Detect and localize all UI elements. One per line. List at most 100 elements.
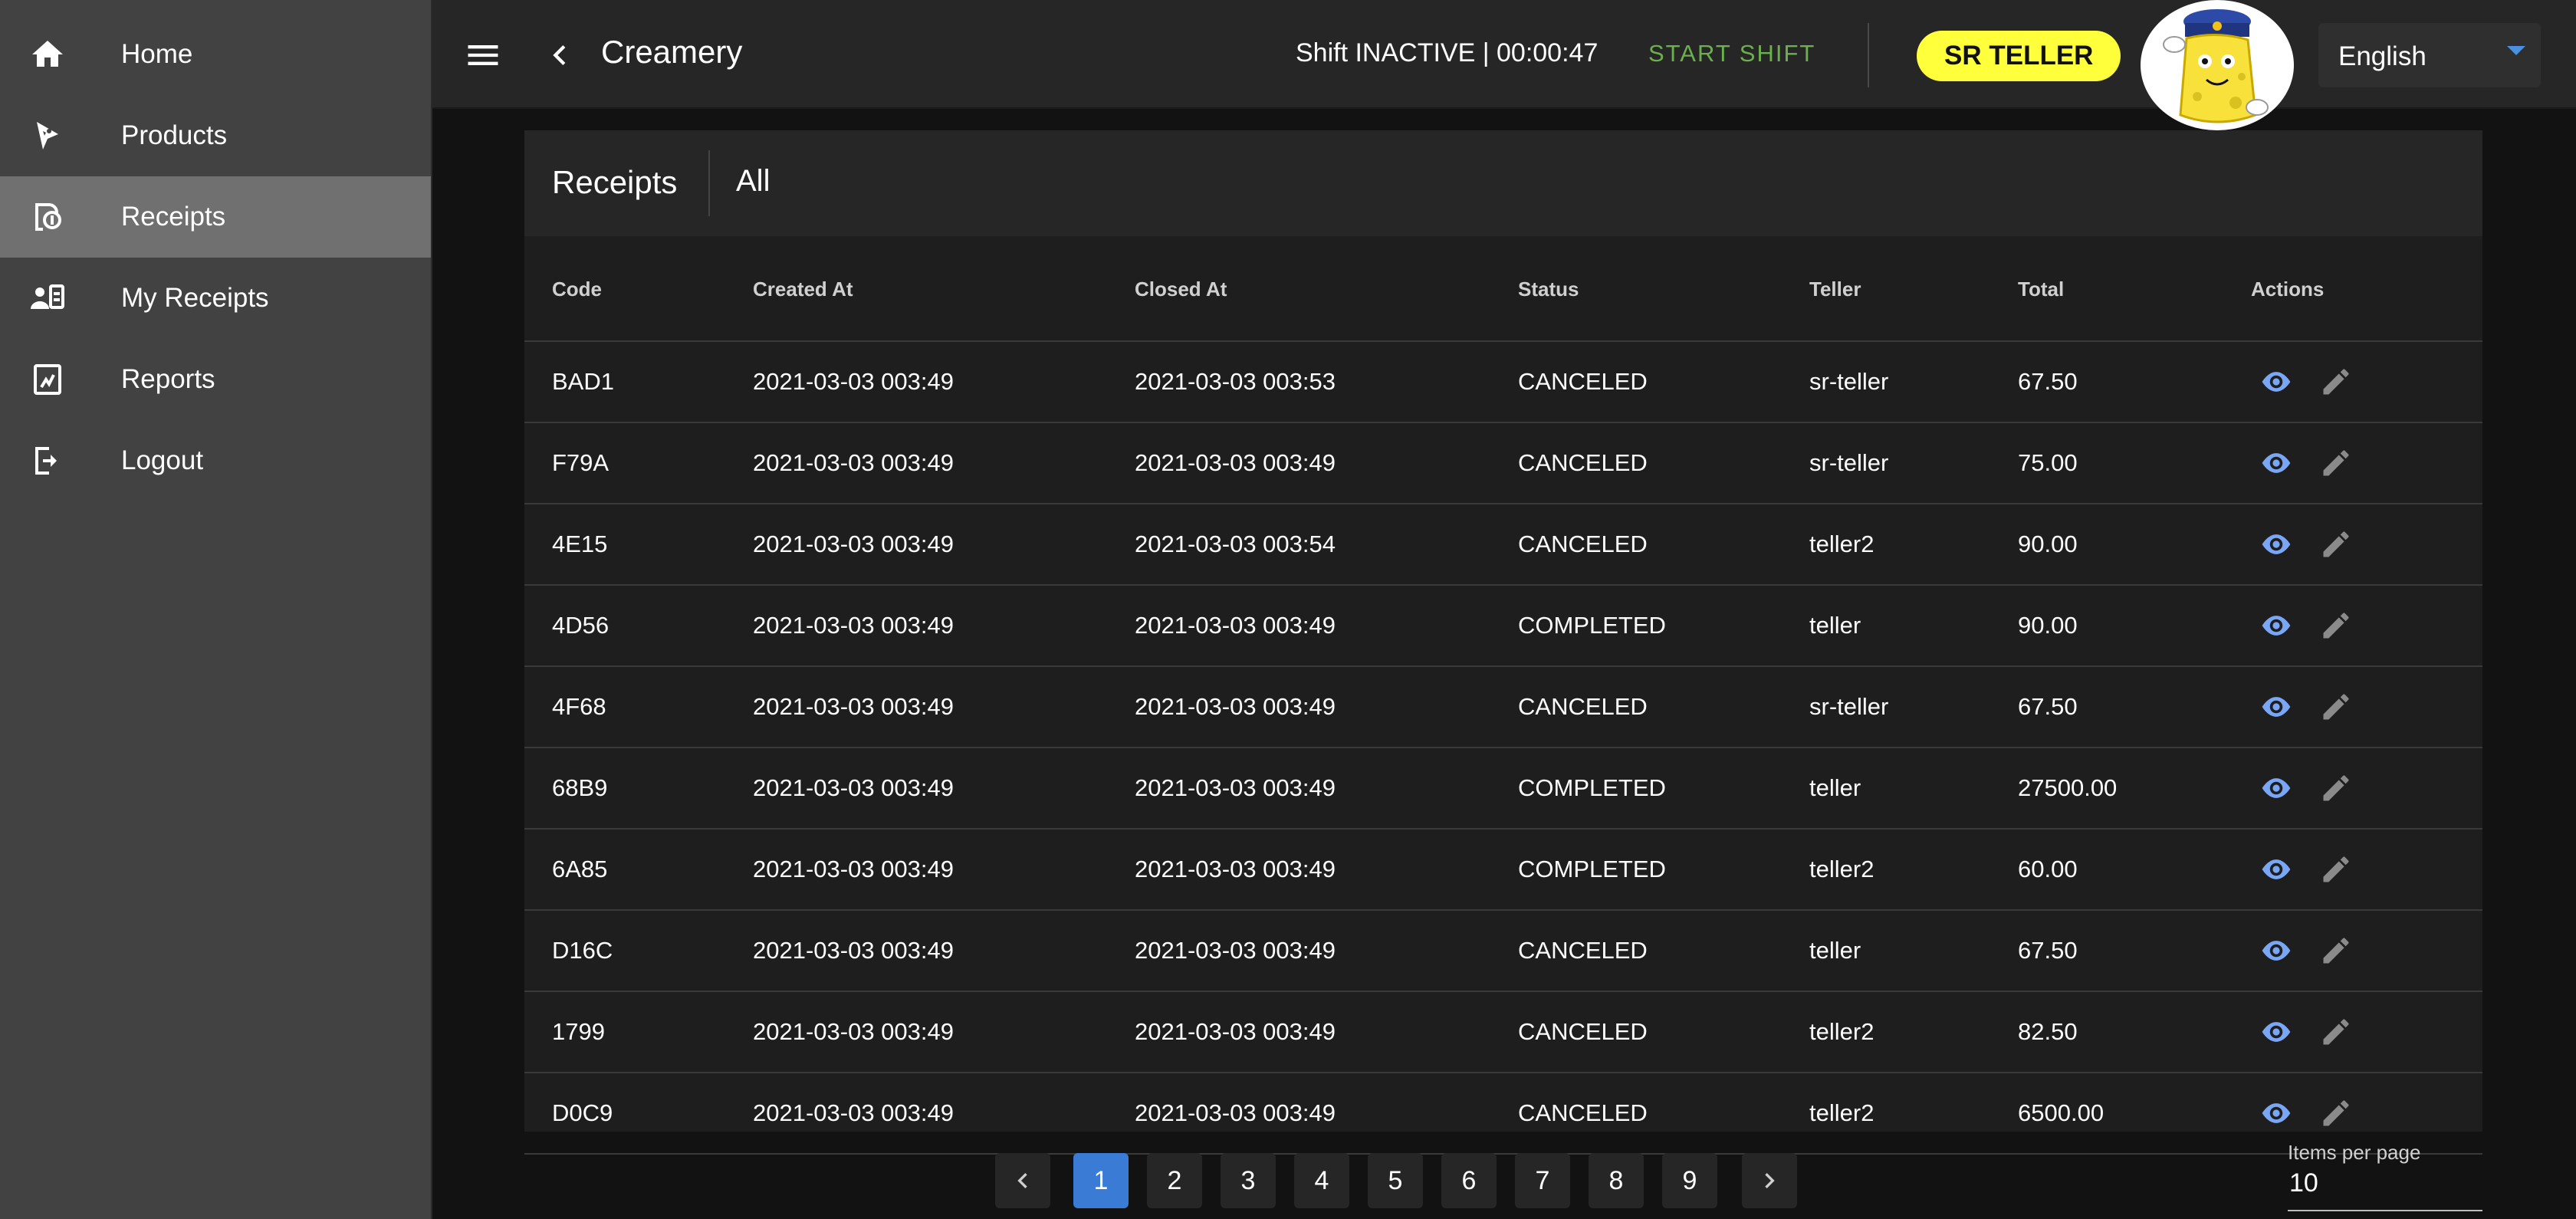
edit-icon[interactable] [2317, 934, 2355, 968]
prev-page-button[interactable] [995, 1153, 1050, 1208]
sidebar-item-label: Home [121, 39, 193, 69]
sidebar-item-products[interactable]: Products [0, 95, 431, 176]
column-header-teller[interactable]: Teller [1809, 236, 1861, 342]
divider [708, 150, 710, 216]
cell-code: 1799 [552, 1018, 605, 1045]
cell-created: 2021-03-03 003:49 [753, 1099, 955, 1126]
table-row: 1799 2021-03-03 003:49 2021-03-03 003:49 CA… [524, 992, 2482, 1073]
items-per-page-select[interactable]: 10 [2288, 1168, 2482, 1211]
start-shift-button[interactable]: START SHIFT [1648, 40, 1815, 67]
sidebar: Home Products Receipts My Receipts Repor… [0, 0, 432, 1219]
cell-closed: 2021-03-03 003:53 [1135, 368, 1336, 395]
cell-teller: teller2 [1809, 856, 1875, 882]
sidebar-item-reports[interactable]: Reports [0, 339, 431, 420]
view-icon[interactable] [2257, 365, 2295, 399]
sidebar-item-label: Products [121, 120, 228, 150]
card-title: Receipts [552, 164, 678, 200]
edit-icon[interactable] [2317, 365, 2355, 399]
view-icon[interactable] [2257, 1015, 2295, 1049]
edit-icon[interactable] [2317, 609, 2355, 642]
page-button[interactable]: 8 [1589, 1153, 1644, 1208]
avatar[interactable] [2141, 0, 2294, 130]
cell-code: F79A [552, 449, 610, 476]
cell-created: 2021-03-03 003:49 [753, 449, 955, 476]
cell-total: 90.00 [2018, 531, 2078, 557]
column-header-code[interactable]: Code [552, 236, 602, 342]
cell-teller: sr-teller [1809, 368, 1889, 395]
cell-status: CANCELED [1518, 937, 1648, 964]
app-root: Home Products Receipts My Receipts Repor… [0, 0, 2576, 1219]
chevron-right-icon [1765, 1173, 1775, 1188]
cell-teller: teller [1809, 937, 1861, 964]
cell-status: CANCELED [1518, 449, 1648, 476]
pagination: 123456789 [0, 1153, 2576, 1211]
page-button[interactable]: 2 [1147, 1153, 1202, 1208]
cell-status: COMPLETED [1518, 774, 1666, 801]
sidebar-item-home[interactable]: Home [0, 14, 431, 95]
column-header-actions: Actions [2251, 277, 2325, 301]
cell-total: 67.50 [2018, 693, 2078, 720]
edit-icon[interactable] [2317, 1096, 2355, 1130]
cell-total: 60.00 [2018, 856, 2078, 882]
cell-closed: 2021-03-03 003:49 [1135, 856, 1336, 882]
filter-all[interactable]: All [736, 164, 770, 199]
table-row: 4E15 2021-03-03 003:49 2021-03-03 003:54 CA… [524, 504, 2482, 586]
cell-teller: teller2 [1809, 1099, 1875, 1126]
cell-status: COMPLETED [1518, 856, 1666, 882]
cell-status: CANCELED [1518, 1018, 1648, 1045]
page-button[interactable]: 4 [1294, 1153, 1349, 1208]
edit-icon[interactable] [2317, 527, 2355, 561]
view-icon[interactable] [2257, 853, 2295, 886]
cell-total: 27500.00 [2018, 774, 2118, 801]
next-page-button[interactable] [1742, 1153, 1797, 1208]
table-row: 4D56 2021-03-03 003:49 2021-03-03 003:49 CO… [524, 586, 2482, 667]
column-header-status[interactable]: Status [1518, 236, 1579, 342]
sidebar-item-my-receipts[interactable]: My Receipts [0, 258, 431, 339]
edit-icon[interactable] [2317, 1015, 2355, 1049]
card-header: Receipts All [524, 130, 2482, 236]
menu-icon[interactable] [463, 35, 503, 75]
cell-teller: sr-teller [1809, 449, 1889, 476]
cell-closed: 2021-03-03 003:49 [1135, 937, 1336, 964]
table-row: BAD1 2021-03-03 003:49 2021-03-03 003:53 CA… [524, 342, 2482, 423]
cell-created: 2021-03-03 003:49 [753, 774, 955, 801]
cell-created: 2021-03-03 003:49 [753, 937, 955, 964]
view-icon[interactable] [2257, 690, 2295, 724]
sidebar-item-logout[interactable]: Logout [0, 420, 431, 501]
page-button[interactable]: 1 [1073, 1153, 1129, 1208]
page-button[interactable]: 3 [1221, 1153, 1276, 1208]
logout-icon [29, 442, 66, 479]
table-row: 68B9 2021-03-03 003:49 2021-03-03 003:49 CO… [524, 748, 2482, 830]
page-button[interactable]: 9 [1662, 1153, 1717, 1208]
view-icon[interactable] [2257, 609, 2295, 642]
edit-icon[interactable] [2317, 690, 2355, 724]
page-button[interactable]: 5 [1368, 1153, 1423, 1208]
column-header-total[interactable]: Total [2018, 236, 2064, 342]
view-icon[interactable] [2257, 934, 2295, 968]
cell-total: 90.00 [2018, 612, 2078, 639]
edit-icon[interactable] [2317, 853, 2355, 886]
sidebar-item-receipts[interactable]: Receipts [0, 176, 431, 258]
cell-total: 75.00 [2018, 449, 2078, 476]
view-icon[interactable] [2257, 527, 2295, 561]
view-icon[interactable] [2257, 446, 2295, 480]
page-button[interactable]: 7 [1515, 1153, 1570, 1208]
back-arrow-icon[interactable] [540, 35, 580, 75]
cell-code: D0C9 [552, 1099, 613, 1126]
shift-status: Shift INACTIVE | 00:00:47 [1296, 38, 1598, 67]
page-button[interactable]: 6 [1441, 1153, 1497, 1208]
cell-total: 67.50 [2018, 937, 2078, 964]
cell-teller: teller [1809, 774, 1861, 801]
edit-icon[interactable] [2317, 771, 2355, 805]
view-icon[interactable] [2257, 771, 2295, 805]
products-icon [29, 117, 66, 154]
column-header-created-at[interactable]: Created At [753, 236, 853, 342]
cell-closed: 2021-03-03 003:49 [1135, 449, 1336, 476]
cell-status: CANCELED [1518, 693, 1648, 720]
edit-icon[interactable] [2317, 446, 2355, 480]
cell-closed: 2021-03-03 003:49 [1135, 693, 1336, 720]
view-icon[interactable] [2257, 1096, 2295, 1130]
language-select[interactable]: English [2318, 23, 2541, 87]
column-header-closed-at[interactable]: Closed At [1135, 236, 1227, 342]
chevron-left-icon [1017, 1173, 1027, 1188]
